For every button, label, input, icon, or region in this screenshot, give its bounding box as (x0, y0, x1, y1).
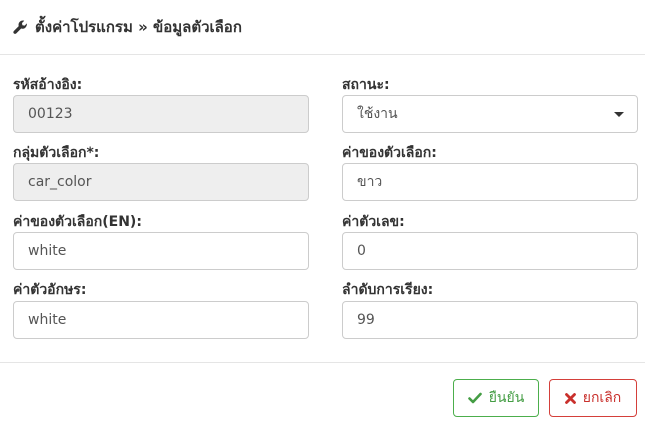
option-value-text: ขาว (357, 174, 383, 190)
option-value-label: ค่าของตัวเลือก: (342, 145, 437, 161)
option-value-input[interactable]: ขาว (342, 163, 638, 201)
cancel-button[interactable]: ยกเลิก (549, 379, 637, 417)
page-header: ตั้งค่าโปรแกรม » ข้อมูลตัวเลือก (0, 0, 645, 55)
option-value-en-input[interactable]: white (13, 232, 309, 270)
sort-order-label: ลำดับการเรียง: (342, 282, 434, 298)
status-select[interactable]: ใช้งาน (342, 95, 638, 133)
check-icon (467, 392, 482, 404)
option-group-field[interactable]: car_color (13, 163, 309, 201)
char-value-text: white (28, 312, 67, 328)
ref-code-label: รหัสอ้างอิง: (13, 77, 83, 93)
char-value-input[interactable]: white (13, 301, 309, 339)
footer-divider (0, 362, 645, 363)
status-label: สถานะ: (342, 77, 390, 93)
page-title: ตั้งค่าโปรแกรม » ข้อมูลตัวเลือก (35, 18, 242, 36)
char-value-label: ค่าตัวอักษร: (13, 282, 87, 298)
option-value-en-label: ค่าของตัวเลือก(EN): (13, 214, 142, 230)
sort-order-input[interactable]: 99 (342, 301, 638, 339)
close-icon (564, 392, 576, 404)
wrench-icon (13, 19, 29, 35)
status-selected-value: ใช้งาน (357, 106, 398, 122)
numeric-value-label: ค่าตัวเลข: (342, 214, 405, 230)
caret-down-icon (614, 112, 624, 117)
confirm-button-label: ยืนยัน (488, 390, 525, 406)
cancel-button-label: ยกเลิก (582, 390, 622, 406)
option-group-label: กลุ่มตัวเลือก*: (13, 145, 100, 161)
ref-code-field[interactable]: 00123 (13, 95, 309, 133)
confirm-button[interactable]: ยืนยัน (453, 379, 539, 417)
numeric-value-input[interactable]: 0 (342, 232, 638, 270)
ref-code-value: 00123 (28, 106, 73, 122)
option-value-en-text: white (28, 243, 67, 259)
numeric-value-text: 0 (357, 243, 366, 259)
option-group-value: car_color (28, 174, 92, 190)
sort-order-text: 99 (357, 312, 375, 328)
